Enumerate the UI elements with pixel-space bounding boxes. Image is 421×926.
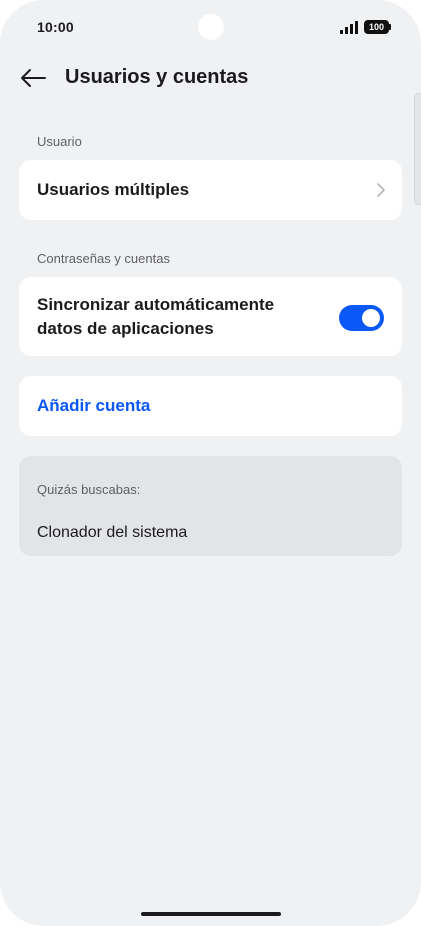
sync-data-label: Sincronizar automáticamente datos de apl… <box>37 293 274 341</box>
status-time: 10:00 <box>37 19 74 35</box>
battery-icon: 100 <box>364 20 389 34</box>
add-account-button[interactable]: Añadir cuenta <box>19 376 402 436</box>
sync-data-label-line1: Sincronizar automáticamente <box>37 295 275 314</box>
arrow-left-icon <box>21 69 46 87</box>
section-label-user: Usuario <box>37 134 82 149</box>
phone-screen: 10:00 100 Usuarios y cuentas Usuario Usu… <box>0 0 421 926</box>
suggestions-card: Quizás buscabas: Clonador del sistema <box>19 456 402 556</box>
sync-data-row[interactable]: Sincronizar automáticamente datos de apl… <box>19 277 402 356</box>
signal-icon <box>340 21 358 34</box>
home-indicator[interactable] <box>141 912 281 916</box>
front-camera-cutout <box>198 14 224 40</box>
battery-level: 100 <box>368 22 385 32</box>
add-account-label: Añadir cuenta <box>37 396 151 415</box>
battery-nub <box>389 24 391 30</box>
suggestions-label: Quizás buscabas: <box>37 482 141 497</box>
back-button[interactable] <box>18 64 48 92</box>
page-title: Usuarios y cuentas <box>65 66 249 88</box>
chevron-right-icon <box>377 183 385 197</box>
suggestion-item[interactable]: Clonador del sistema <box>37 524 187 542</box>
sync-data-label-line2: datos de aplicaciones <box>37 319 214 338</box>
toggle-knob <box>362 309 380 327</box>
scrollbar[interactable] <box>414 93 421 205</box>
multiple-users-label: Usuarios múltiples <box>37 180 190 199</box>
sync-toggle[interactable] <box>339 305 384 331</box>
section-label-accounts: Contraseñas y cuentas <box>37 251 170 266</box>
multiple-users-row[interactable]: Usuarios múltiples <box>19 160 402 220</box>
